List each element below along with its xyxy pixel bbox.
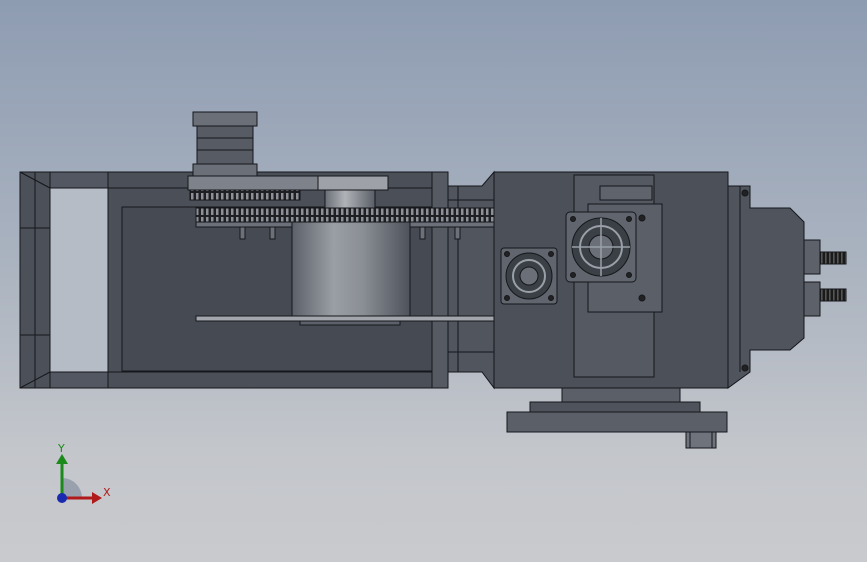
base-mount bbox=[506, 387, 728, 449]
end-cap bbox=[727, 185, 847, 389]
x-axis-arrowhead bbox=[92, 492, 102, 504]
stepper-motor bbox=[192, 111, 258, 177]
y-axis-label: Y bbox=[58, 442, 65, 455]
z-axis-dot bbox=[57, 493, 67, 503]
cad-assembly-model[interactable] bbox=[0, 0, 867, 562]
neck-coupling bbox=[447, 170, 495, 390]
small-fan bbox=[500, 247, 558, 305]
left-frame bbox=[19, 171, 109, 389]
x-axis-label: X bbox=[103, 486, 111, 499]
y-axis-arrowhead bbox=[56, 454, 68, 464]
cad-viewport[interactable]: Y X bbox=[0, 0, 867, 562]
